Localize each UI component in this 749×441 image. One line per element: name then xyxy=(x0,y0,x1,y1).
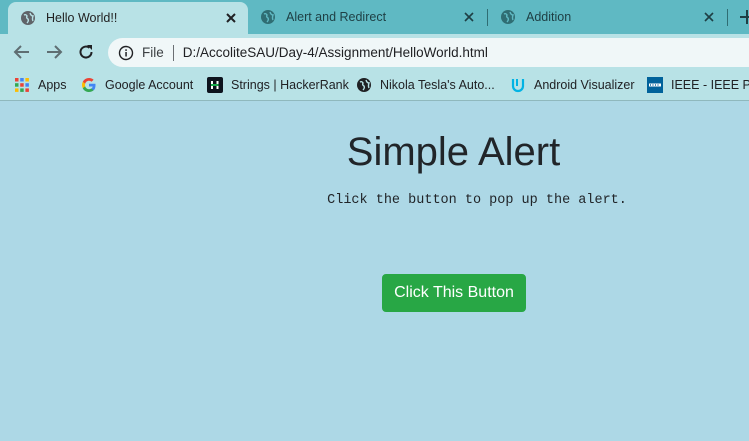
tab-title: Hello World!! xyxy=(46,11,118,25)
globe-icon xyxy=(21,11,35,25)
bookmark-strings-hackerrank[interactable]: Strings | HackerRank xyxy=(207,75,349,95)
apps-grid-icon xyxy=(15,78,29,92)
udacity-icon xyxy=(511,79,525,93)
tab-title: Addition xyxy=(526,10,572,24)
info-icon[interactable] xyxy=(118,45,134,61)
back-button[interactable] xyxy=(9,40,35,64)
google-icon xyxy=(82,78,96,92)
page-heading: Simple Alert xyxy=(346,130,561,174)
hackerrank-icon xyxy=(207,77,223,93)
close-tab-icon[interactable] xyxy=(220,7,242,29)
bookmark-nikola-tesla[interactable]: Nikola Tesla's Auto... xyxy=(356,75,495,95)
tab-separator xyxy=(727,9,728,26)
tab-strip: Hello World!! Alert and Redirect Additio… xyxy=(0,0,749,34)
arrow-left-icon xyxy=(13,45,29,59)
bookmark-google-account[interactable]: Google Account xyxy=(81,75,193,95)
new-tab-plus-icon[interactable] xyxy=(737,7,749,27)
address-bar[interactable]: File D:/AccoliteSAU/Day-4/Assignment/Hel… xyxy=(108,38,749,67)
close-tab-icon[interactable] xyxy=(458,6,480,28)
bookmark-label: Nikola Tesla's Auto... xyxy=(380,78,495,92)
tab-addition[interactable]: Addition xyxy=(488,0,726,34)
url-text[interactable]: D:/AccoliteSAU/Day-4/Assignment/HelloWor… xyxy=(183,45,488,60)
bookmark-apps[interactable]: Apps xyxy=(14,75,67,95)
tab-alert-and-redirect[interactable]: Alert and Redirect xyxy=(248,0,486,34)
globe-icon xyxy=(357,78,371,92)
page-description: Click the button to pop up the alert. xyxy=(327,193,627,208)
forward-button[interactable] xyxy=(41,40,67,64)
bookmarks-bar: Apps Google Account Strings | HackerRank… xyxy=(0,70,749,101)
arrow-right-icon xyxy=(47,45,63,59)
divider xyxy=(172,44,174,61)
close-tab-icon[interactable] xyxy=(698,6,720,28)
tab-hello-world[interactable]: Hello World!! xyxy=(8,2,248,34)
alert-button[interactable]: Click This Button xyxy=(382,274,526,312)
reload-icon xyxy=(79,45,93,59)
bookmark-ieee[interactable]: IEEE - IEEE Priva xyxy=(647,75,749,95)
bookmark-label: IEEE - IEEE Priva xyxy=(671,78,749,92)
browser-toolbar: File D:/AccoliteSAU/Day-4/Assignment/Hel… xyxy=(0,34,749,70)
bookmark-label: Apps xyxy=(38,78,67,92)
ieee-icon xyxy=(647,77,663,93)
bookmark-android-visualizer[interactable]: Android Visualizer xyxy=(510,75,635,95)
reload-button[interactable] xyxy=(73,40,99,64)
globe-icon xyxy=(261,10,275,24)
security-label: File xyxy=(142,45,164,60)
tab-title: Alert and Redirect xyxy=(286,10,387,24)
globe-icon xyxy=(501,10,515,24)
bookmark-label: Google Account xyxy=(105,78,194,92)
bookmark-label: Strings | HackerRank xyxy=(231,78,349,92)
bookmark-label: Android Visualizer xyxy=(534,78,635,92)
page-content: Simple Alert Click the button to pop up … xyxy=(0,102,749,441)
